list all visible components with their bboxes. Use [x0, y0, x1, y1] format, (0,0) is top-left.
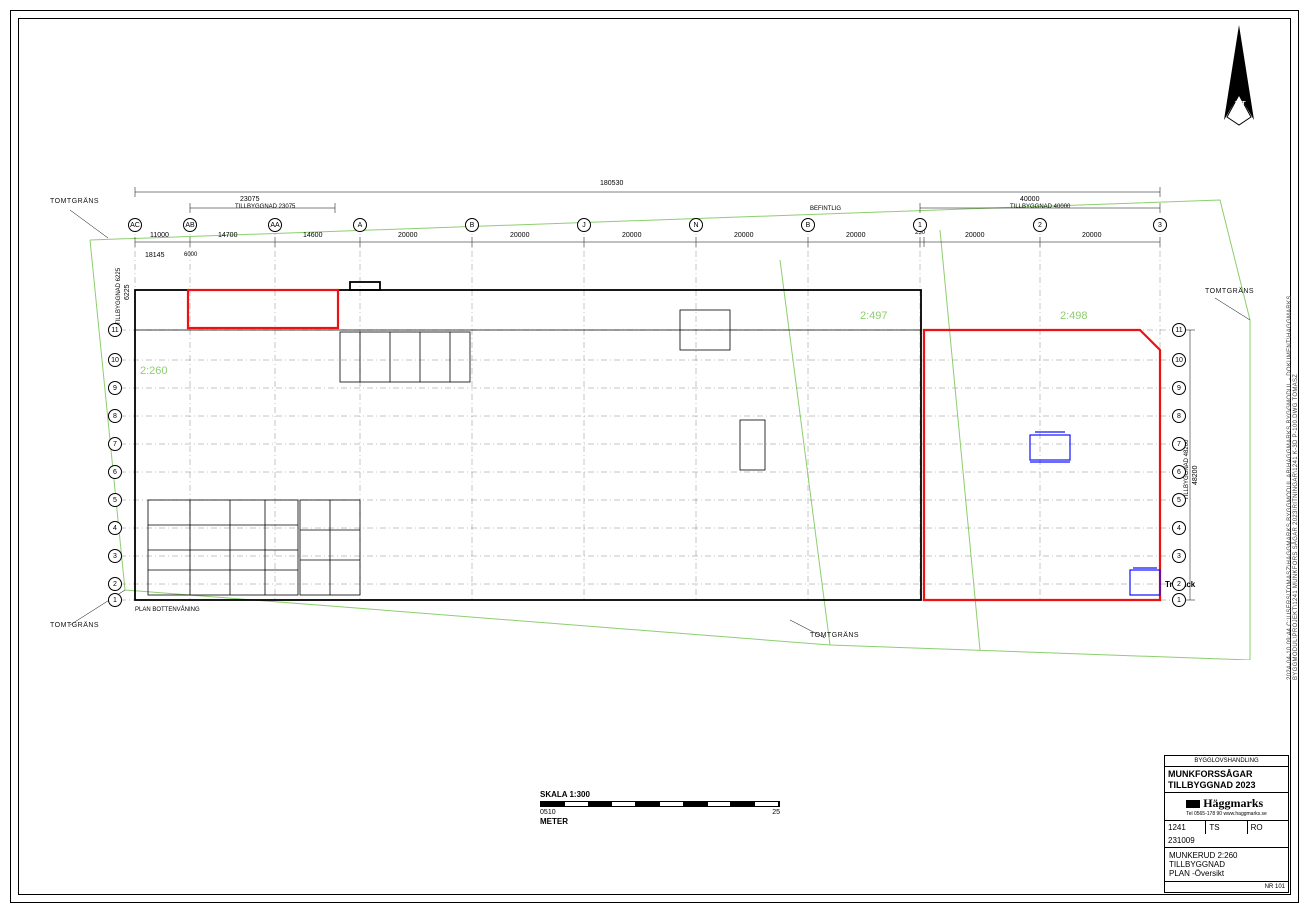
tomtgrans-bl: TOMTGRÄNS — [50, 622, 99, 629]
dim-18145: 18145 — [145, 252, 164, 259]
lot-497: 2:497 — [860, 310, 888, 322]
dim-right-h: 48200 — [1192, 466, 1199, 485]
tb-project: MUNKFORSSÅGAR TILLBYGGNAD 2023 — [1165, 767, 1288, 793]
dim-left-ext: 23075 — [240, 196, 259, 203]
tomtgrans-tr: TOMTGRÄNS — [1205, 288, 1254, 295]
grid-row-r-4: 4 — [1172, 521, 1186, 535]
dim-14700: 14700 — [218, 232, 237, 239]
scale-title: SKALA 1:300 — [540, 790, 780, 799]
dim-20000-6: 20000 — [965, 232, 984, 239]
plan-bottom: PLAN BOTTENVÅNING — [135, 607, 200, 613]
side-meta: 2024-04-10 09:44 C:\USERS\TOMASZ\HÄGGMAR… — [1287, 280, 1297, 680]
svg-text:N: N — [1232, 97, 1246, 117]
grid-row-r-11: 11 — [1172, 323, 1186, 337]
grid-row-l-11: 11 — [108, 323, 122, 337]
dim-befintlig: BEFINTLIG — [810, 206, 841, 212]
dim-right-ext: 40000 — [1020, 196, 1039, 203]
tb-logo-sub: Tel 0565-178 90 www.haggmarks.se — [1186, 811, 1267, 817]
dim-20000-4: 20000 — [734, 232, 753, 239]
dim-20000-2: 20000 — [510, 232, 529, 239]
grid-row-r-5: 5 — [1172, 493, 1186, 507]
grid-row-r-9: 9 — [1172, 381, 1186, 395]
grid-row-l-8: 8 — [108, 409, 122, 423]
dim-left-ext-label: TILLBYGGNAD 23075 — [235, 204, 295, 210]
grid-col-J: J — [577, 218, 591, 232]
grid-row-l-10: 10 — [108, 353, 122, 367]
dim-6000: 6000 — [184, 252, 197, 258]
grid-col-A: A — [353, 218, 367, 232]
scale-bar: SKALA 1:300 0 5 10 25 METER — [540, 790, 780, 826]
grid-col-1: 1 — [913, 218, 927, 232]
grid-col-AC: AC — [128, 218, 142, 232]
scale-unit: METER — [540, 817, 780, 826]
grid-row-l-5: 5 — [108, 493, 122, 507]
grid-row-l-6: 6 — [108, 465, 122, 479]
tb-project2: TILLBYGGNAD 2023 — [1168, 780, 1285, 790]
property-lines — [90, 200, 1250, 660]
dim-right-ext-label: TILLBYGGNAD 40000 — [1010, 204, 1070, 210]
grid-col-2: 2 — [1033, 218, 1047, 232]
logo-icon — [1186, 800, 1200, 808]
grid-row-l-4: 4 — [108, 521, 122, 535]
extensions-red — [188, 290, 1160, 600]
grid-col-AA: AA — [268, 218, 282, 232]
floor-plan: 180530 23075 TILLBYGGNAD 23075 40000 TIL… — [40, 170, 1269, 660]
tb-date: 231009 — [1165, 834, 1288, 848]
dim-20000-3: 20000 — [622, 232, 641, 239]
tb-by1: TS — [1206, 821, 1247, 834]
dim-20000-5: 20000 — [846, 232, 865, 239]
grid-row-r-2: 2 — [1172, 577, 1186, 591]
lot-498: 2:498 — [1060, 310, 1088, 322]
dim-14600: 14600 — [303, 232, 322, 239]
grid-row-r-3: 3 — [1172, 549, 1186, 563]
tb-nr: NR 101 — [1165, 882, 1288, 892]
equipment-blue — [1030, 432, 1160, 595]
dim-total: 180530 — [600, 180, 623, 187]
tomtgrans-tl: TOMTGRÄNS — [50, 198, 99, 205]
grid-row-l-1: 1 — [108, 593, 122, 607]
tb-obj2: TILLBYGGNAD — [1169, 860, 1284, 869]
grid-row-r-6: 6 — [1172, 465, 1186, 479]
grid-col-N: N — [689, 218, 703, 232]
grid-row-l-7: 7 — [108, 437, 122, 451]
tomtgrans-bm: TOMTGRÄNS — [810, 632, 859, 639]
tb-obj1: MUNKERUD 2:260 — [1169, 851, 1284, 860]
scale-tick-2: 10 — [548, 809, 556, 816]
tb-num: 1241 — [1165, 821, 1206, 834]
tb-logo: Häggmarks — [1203, 796, 1263, 811]
grid-col-3: 3 — [1153, 218, 1167, 232]
grid-row-r-1: 1 — [1172, 593, 1186, 607]
title-block: BYGGLOVSHANDLING MUNKFORSSÅGAR TILLBYGGN… — [1164, 755, 1289, 893]
lot-260: 2:260 — [140, 365, 168, 377]
grid-col-B2: B — [801, 218, 815, 232]
grid-col-B: B — [465, 218, 479, 232]
scale-tick-3: 25 — [772, 809, 780, 816]
grid-row-l-2: 2 — [108, 577, 122, 591]
grid-row-r-7: 7 — [1172, 437, 1186, 451]
grid-row-l-9: 9 — [108, 381, 122, 395]
grid-row-l-3: 3 — [108, 549, 122, 563]
north-arrow: N — [1209, 25, 1269, 135]
dim-20000-7: 20000 — [1082, 232, 1101, 239]
grid-row-r-10: 10 — [1172, 353, 1186, 367]
tb-handling: BYGGLOVSHANDLING — [1165, 756, 1288, 767]
dim-20000-1: 20000 — [398, 232, 417, 239]
grid-col-AB: AB — [183, 218, 197, 232]
dim-left-h-label: TILLBYGGNAD 6225 — [116, 268, 122, 325]
dim-11000: 11000 — [150, 232, 169, 239]
tb-project1: MUNKFORSSÅGAR — [1168, 769, 1285, 779]
tb-obj3: PLAN -Översikt — [1169, 869, 1284, 878]
dim-left-h: 6225 — [124, 284, 131, 300]
tb-by2: RO — [1248, 821, 1288, 834]
plan-svg — [40, 170, 1269, 660]
grid-row-r-8: 8 — [1172, 409, 1186, 423]
